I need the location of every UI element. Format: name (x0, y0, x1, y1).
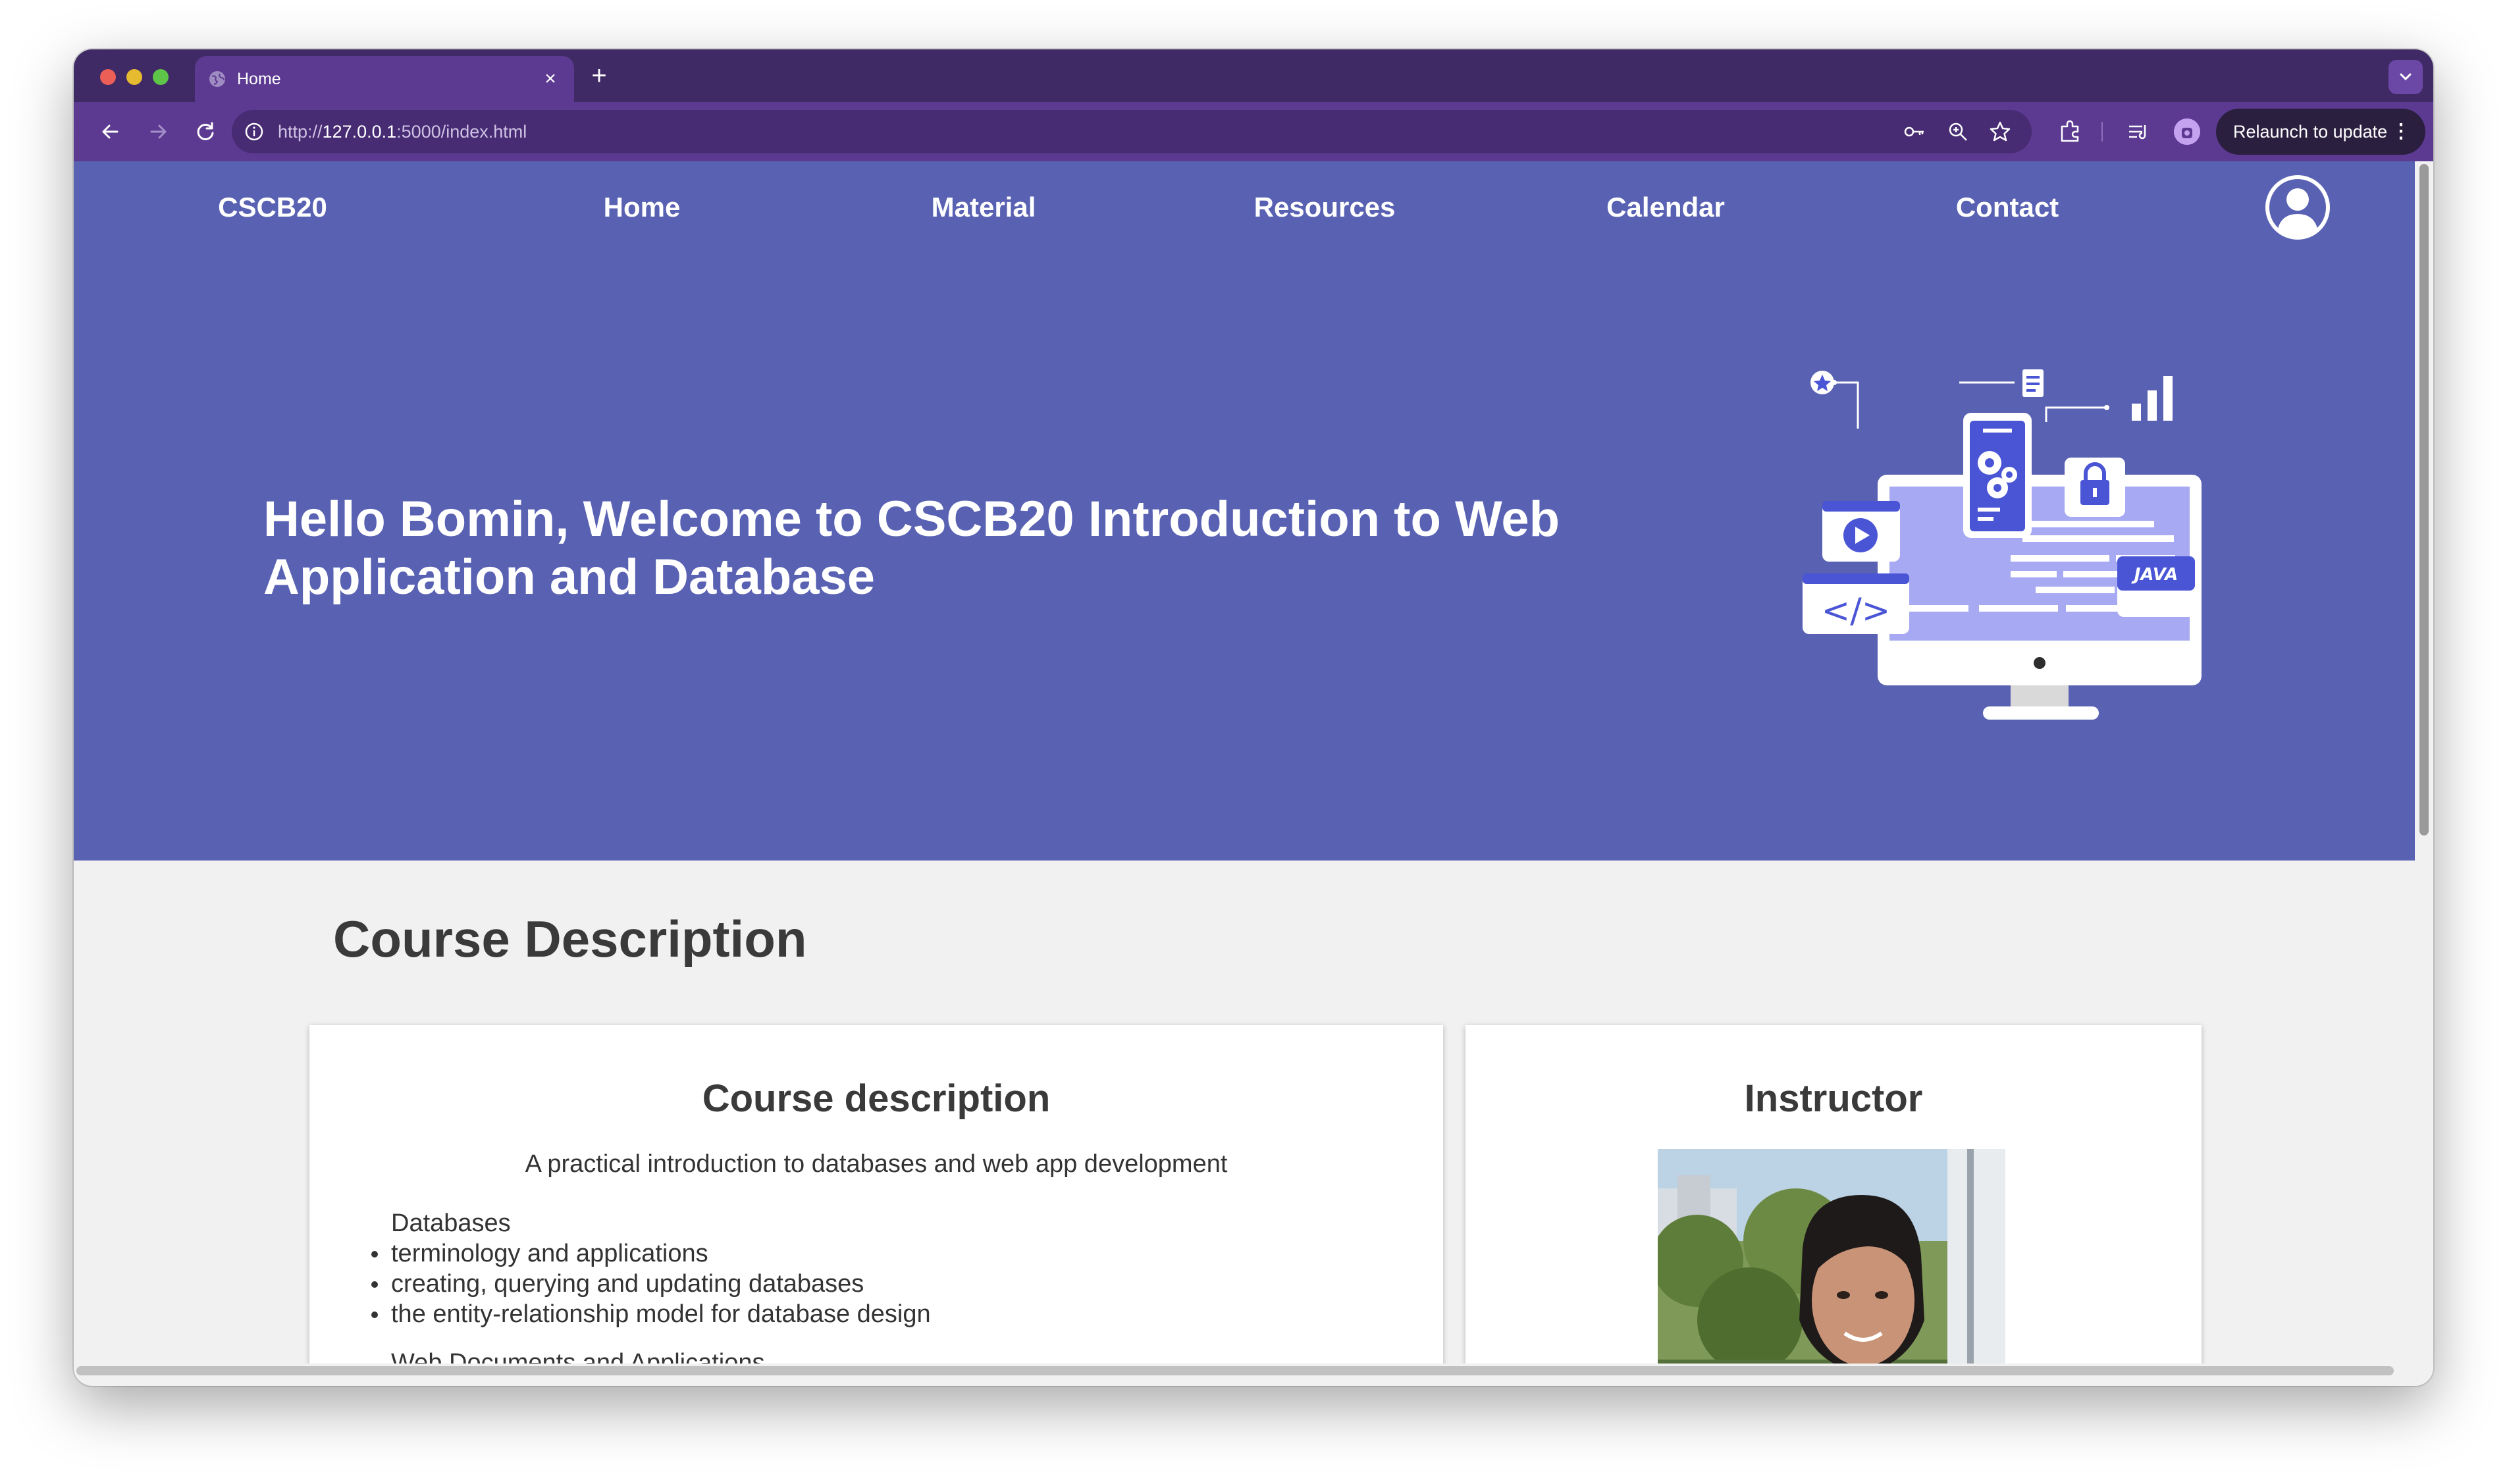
url-path: :5000/index.html (396, 122, 527, 142)
list-item: terminology and applications (371, 1240, 708, 1267)
illustration-code-text: </> (1822, 591, 1891, 631)
address-bar[interactable]: http://127.0.0.1:5000/index.html (232, 110, 2032, 153)
page-viewport: CSCB20 Home Material Resources Calendar … (74, 161, 2415, 1378)
browser-toolbar: http://127.0.0.1:5000/index.html Relaunc… (74, 102, 2433, 161)
instructor-card-title: Instructor (1744, 1077, 1923, 1120)
nav-home[interactable]: Home (604, 192, 681, 223)
site-brand-link[interactable]: CSCB20 (218, 192, 327, 223)
reading-list-icon[interactable] (2125, 119, 2151, 145)
relaunch-label: Relaunch to update (2233, 122, 2388, 142)
profile-icon (2174, 119, 2200, 145)
vertical-scrollbar-thumb[interactable] (2419, 164, 2429, 835)
url-text[interactable]: http://127.0.0.1:5000/index.html (278, 110, 527, 153)
chevron-down-icon (2400, 73, 2412, 81)
user-account-icon[interactable] (2265, 174, 2331, 240)
globe-icon (209, 71, 225, 87)
nav-material[interactable]: Material (932, 192, 1036, 223)
nav-resources[interactable]: Resources (1254, 192, 1396, 223)
new-tab-button[interactable]: + (586, 63, 612, 89)
course-card-subtitle: A practical introduction to databases an… (525, 1150, 1228, 1178)
maximize-window-button[interactable] (153, 69, 169, 85)
list-item: creating, querying and updating database… (371, 1270, 864, 1298)
illustration-java-text: JAVA (2131, 565, 2178, 585)
browser-window: Home × + http://127.0.0.1:5000/index.htm… (74, 49, 2433, 1386)
site-info-icon[interactable] (244, 121, 265, 142)
instructor-photo (1658, 1149, 2005, 1378)
tab-close-icon[interactable]: × (539, 67, 562, 91)
browser-tab[interactable]: Home × (195, 56, 574, 102)
web-development-illustration: </> JAVA (1803, 369, 2202, 720)
profile-avatar[interactable] (2174, 119, 2200, 145)
close-window-button[interactable] (100, 69, 116, 85)
hero-section: CSCB20 Home Material Resources Calendar … (74, 161, 2415, 861)
tab-title: Home (237, 70, 281, 88)
reload-icon[interactable] (191, 117, 220, 146)
vertical-scrollbar[interactable] (2415, 161, 2433, 1386)
horizontal-scrollbar-thumb[interactable] (76, 1366, 2394, 1375)
tab-search-button[interactable] (2388, 60, 2423, 94)
nav-contact[interactable]: Contact (1956, 192, 2059, 223)
minimize-window-button[interactable] (126, 69, 142, 85)
back-icon[interactable] (96, 117, 125, 146)
extensions-icon[interactable] (2057, 119, 2083, 145)
more-menu-icon[interactable]: ⋮ (2391, 109, 2411, 155)
hero-heading-line1: Hello Bomin, Welcome to CSCB20 Introduct… (263, 491, 1560, 547)
horizontal-scrollbar[interactable] (74, 1364, 2415, 1378)
course-description-card: Course description A practical introduct… (309, 1025, 1443, 1378)
zoom-icon[interactable] (1946, 120, 1970, 144)
url-scheme: http:// (278, 122, 323, 142)
tab-strip: Home × + (74, 49, 2433, 102)
hero-heading-line2: Application and Database (263, 549, 876, 605)
forward-icon[interactable] (144, 117, 172, 146)
course-card-title: Course description (702, 1077, 1051, 1120)
list-item: the entity-relationship model for databa… (371, 1300, 931, 1328)
topic-heading-databases: Databases (391, 1209, 511, 1237)
instructor-photo-image (1658, 1149, 2005, 1378)
bookmark-star-icon[interactable] (1988, 120, 2012, 144)
url-host: 127.0.0.1 (322, 122, 397, 142)
hero-heading: Hello Bomin, Welcome to CSCB20 Introduct… (263, 490, 1580, 606)
section-title: Course Description (333, 910, 807, 968)
instructor-card: Instructor (1465, 1025, 2202, 1378)
key-icon[interactable] (1903, 120, 1926, 144)
nav-calendar[interactable]: Calendar (1606, 192, 1725, 223)
toolbar-divider (2101, 122, 2103, 142)
relaunch-button[interactable]: Relaunch to update ⋮ (2216, 109, 2425, 155)
